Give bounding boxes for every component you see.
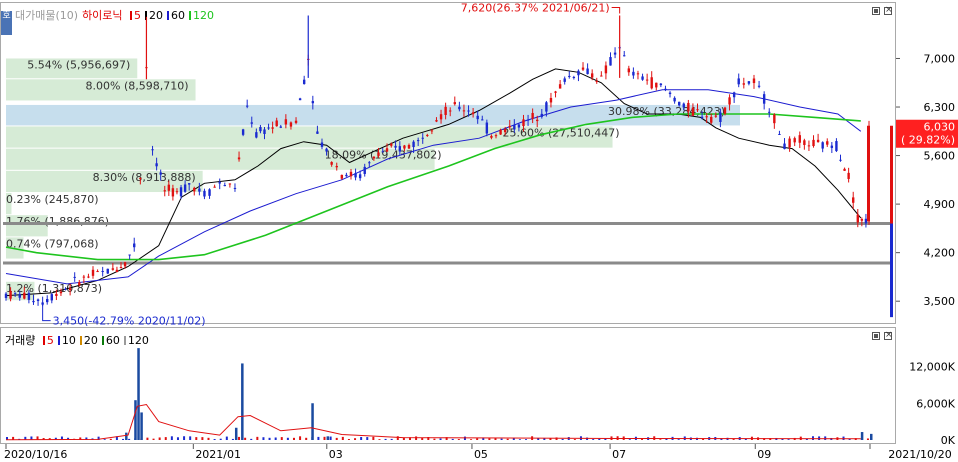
volume-legend-ma-10[interactable]: 10 (62, 334, 76, 347)
volume-legend-ma-20[interactable]: 20 (84, 334, 98, 347)
legend-swatch (145, 11, 148, 20)
price-chart-pane: 호 대가매물(10) 하이로닉 5 20 60 120 (0, 2, 896, 324)
volume-tick-label: 12,000K (909, 361, 955, 374)
date-tick-label: 07 (612, 448, 626, 461)
maximize-icon[interactable] (872, 7, 880, 15)
volume-legend-ma-120[interactable]: 120 (128, 334, 149, 347)
price-tick-label: 4,900 (924, 198, 956, 211)
current-price-change: ( 29.82%) (901, 134, 955, 147)
volume-legend-swatch (57, 336, 60, 345)
current-price-label: 6,030 (924, 121, 956, 134)
volume-tick-label: 6,000K (916, 397, 955, 410)
date-tick-label: 05 (474, 448, 488, 461)
legend-swatch (130, 11, 133, 20)
legend-stock-name: 하이로닉 (82, 9, 123, 22)
legend-title: 대가매물(10) (15, 9, 79, 22)
close-icon[interactable] (884, 4, 893, 16)
legend-ma-60[interactable]: 60 (171, 9, 185, 22)
price-tick-label: 7,000 (924, 52, 956, 65)
volume-close-icon[interactable] (884, 329, 893, 341)
volume-legend: 거래량 5 10 20 60 120 (5, 332, 157, 348)
date-tick-label: 2020/10/16 (4, 448, 67, 461)
volume-legend-swatch (101, 336, 104, 345)
current-price-box (896, 119, 958, 148)
side-tab[interactable]: 호 (1, 11, 12, 35)
ma-legend: 5 20 60 120 (130, 9, 218, 22)
date-tick-label: 09 (757, 448, 771, 461)
price-tick-label: 3,500 (924, 295, 956, 308)
volume-chart-pane: 거래량 5 10 20 60 120 (0, 327, 896, 444)
legend-ma-20[interactable]: 20 (149, 9, 163, 22)
volume-maximize-icon[interactable] (872, 332, 880, 340)
volume-legend-ma-5[interactable]: 5 (47, 334, 54, 347)
volume-legend-swatch (79, 336, 82, 345)
legend-swatch (189, 11, 192, 20)
volume-legend-title: 거래량 (5, 334, 36, 347)
date-tick-label: 2021/10/20 (888, 448, 951, 461)
legend-ma-120[interactable]: 120 (193, 9, 214, 22)
price-tick-label: 6,300 (924, 101, 956, 114)
volume-legend-swatch (123, 336, 126, 345)
volume-legend-ma-60[interactable]: 60 (106, 334, 120, 347)
date-tick-label: 2021/01 (195, 448, 241, 461)
legend-ma-5[interactable]: 5 (134, 9, 141, 22)
volume-legend-swatch (42, 336, 45, 345)
legend-swatch (167, 11, 170, 20)
price-legend: 대가매물(10) 하이로닉 5 20 60 120 (15, 7, 222, 23)
price-tick-label: 4,200 (924, 247, 956, 260)
volume-ma-legend: 5 10 20 60 120 (42, 334, 153, 347)
date-tick-label: 03 (329, 448, 343, 461)
volume-tick-label: 0K (941, 434, 956, 447)
price-tick-label: 5,600 (924, 150, 956, 163)
